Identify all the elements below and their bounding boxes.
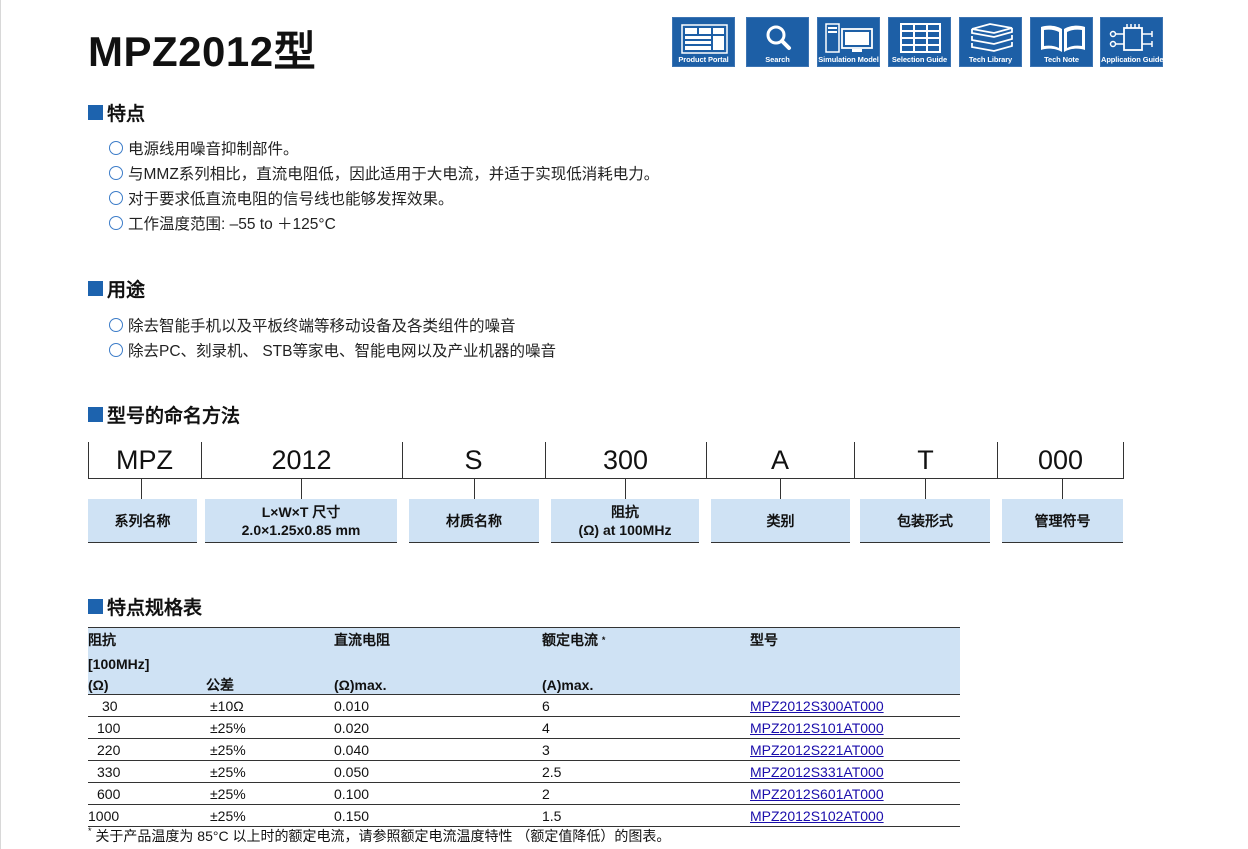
col-header-current: 额定电流 * (A)max. xyxy=(542,627,750,695)
name-box-size: L×W×T 尺寸 2.0×1.25x0.85 mm xyxy=(205,499,397,543)
connector-line xyxy=(925,478,926,499)
applications-list: 除去智能手机以及平板终端等移动设备及各类组件的噪音 除去PC、刻录机、 STB等… xyxy=(109,312,556,362)
circle-bullet-icon xyxy=(109,215,123,230)
code-segment-material: S xyxy=(464,444,483,475)
page-title: MPZ2012型 xyxy=(88,28,317,75)
name-box-material: 材质名称 xyxy=(409,499,539,543)
spec-table: 阻抗 [100MHz] (Ω) 公差 直流电阻 (Ω)max. 额定电流 * (… xyxy=(88,627,960,827)
code-segment-category: A xyxy=(770,444,789,475)
name-box-packaging: 包装形式 xyxy=(860,499,990,543)
code-segment-internal-code: 000 xyxy=(1037,444,1084,475)
application-guides-button[interactable]: Application Guides xyxy=(1100,17,1168,67)
features-list: 电源线用噪音抑制部件。 与MMZ系列相比，直流电阻低，因此适用于大电流，并适于实… xyxy=(109,135,659,235)
connector-line xyxy=(141,478,142,499)
search-icon xyxy=(766,25,791,50)
table-row: 220 ±25% 0.040 3 MPZ2012S221AT000 xyxy=(88,738,960,761)
table-header-row: 阻抗 [100MHz] (Ω) 公差 直流电阻 (Ω)max. 额定电流 * (… xyxy=(88,627,960,695)
tech-note-icon xyxy=(1041,25,1085,52)
circle-bullet-icon xyxy=(109,317,123,332)
name-box-category: 类别 xyxy=(711,499,850,543)
spec-heading: 特点规格表 xyxy=(88,595,202,619)
footnote-mark: * xyxy=(601,635,606,645)
connector-line xyxy=(625,478,626,499)
heading-square-icon xyxy=(88,406,103,422)
heading-square-icon xyxy=(88,598,103,614)
tech-library-label: Tech Library xyxy=(968,55,1013,64)
simulation-model-icon xyxy=(825,23,873,53)
circle-bullet-icon xyxy=(109,190,123,205)
selection-guide-label: Selection Guide xyxy=(891,55,948,64)
list-item: 电源线用噪音抑制部件。 xyxy=(109,135,659,160)
list-item: 除去智能手机以及平板终端等移动设备及各类组件的噪音 xyxy=(109,312,556,337)
page-edge xyxy=(0,0,1,849)
tech-note-label: Tech Note xyxy=(1044,55,1079,64)
table-row: 30 ±10Ω 0.010 6 MPZ2012S300AT000 xyxy=(88,694,960,717)
part-number-code-row: MPZ 2012 S 300 A T 000 xyxy=(88,442,1124,479)
table-row: 100 ±25% 0.020 4 MPZ2012S101AT000 xyxy=(88,716,960,739)
connector-line xyxy=(301,478,302,499)
col-header-part-number: 型号 xyxy=(750,627,960,695)
heading-square-icon xyxy=(88,104,103,120)
search-label: Search xyxy=(765,55,790,64)
features-heading: 特点 xyxy=(88,101,145,125)
table-row: 330 ±25% 0.050 2.5 MPZ2012S331AT000 xyxy=(88,760,960,783)
part-number-link[interactable]: MPZ2012S300AT000 xyxy=(750,698,884,714)
code-segment-impedance: 300 xyxy=(602,444,649,475)
list-item: 工作温度范围: –55 to ＋125°C xyxy=(109,210,659,235)
product-portal-button[interactable]: Product Portal xyxy=(672,17,735,67)
part-number-link[interactable]: MPZ2012S331AT000 xyxy=(750,764,884,780)
name-box-series: 系列名称 xyxy=(88,499,197,543)
application-guides-icon xyxy=(1109,24,1153,51)
col-header-dcr: 直流电阻 (Ω)max. xyxy=(334,627,542,695)
col-header-tolerance: 公差 xyxy=(206,627,334,695)
circle-bullet-icon xyxy=(109,342,123,357)
product-portal-icon xyxy=(681,24,728,54)
code-segment-series: MPZ xyxy=(116,444,173,475)
application-guides-label: Application Guides xyxy=(1101,55,1168,64)
code-segment-size: 2012 xyxy=(271,444,332,475)
footnote: * 关于产品温度为 85°C 以上时的额定电流，请参照额定电流温度特性 （额定值… xyxy=(88,826,671,844)
selection-guide-button[interactable]: Selection Guide xyxy=(888,17,951,67)
simulation-model-label: Simulation Model xyxy=(818,55,879,64)
col-header-impedance: 阻抗 [100MHz] (Ω) xyxy=(88,627,206,695)
simulation-model-button[interactable]: Simulation Model xyxy=(817,17,880,67)
connector-line xyxy=(780,478,781,499)
tech-library-icon xyxy=(971,23,1013,52)
tech-library-button[interactable]: Tech Library xyxy=(959,17,1022,67)
naming-heading: 型号的命名方法 xyxy=(88,403,240,427)
name-box-impedance: 阻抗 (Ω) at 100MHz xyxy=(551,499,699,543)
search-button[interactable]: Search xyxy=(746,17,809,67)
applications-heading: 用途 xyxy=(88,277,145,301)
part-number-link[interactable]: MPZ2012S221AT000 xyxy=(750,742,884,758)
circle-bullet-icon xyxy=(109,165,123,180)
selection-guide-icon xyxy=(900,23,941,53)
connector-line xyxy=(1062,478,1063,499)
part-number-link[interactable]: MPZ2012S102AT000 xyxy=(750,808,884,824)
code-segment-packaging: T xyxy=(917,444,934,475)
footnote-mark: * xyxy=(88,826,92,836)
heading-square-icon xyxy=(88,280,103,296)
list-item: 对于要求低直流电阻的信号线也能够发挥效果。 xyxy=(109,185,659,210)
code-divider xyxy=(1123,442,1124,478)
connector-line xyxy=(474,478,475,499)
table-row: 1000 ±25% 0.150 1.5 MPZ2012S102AT000 xyxy=(88,804,960,827)
tech-note-button[interactable]: Tech Note xyxy=(1030,17,1093,67)
part-number-link[interactable]: MPZ2012S101AT000 xyxy=(750,720,884,736)
table-row: 600 ±25% 0.100 2 MPZ2012S601AT000 xyxy=(88,782,960,805)
product-portal-label: Product Portal xyxy=(678,55,729,64)
list-item: 与MMZ系列相比，直流电阻低，因此适用于大电流，并适于实现低消耗电力。 xyxy=(109,160,659,185)
circle-bullet-icon xyxy=(109,140,123,155)
list-item: 除去PC、刻录机、 STB等家电、智能电网以及产业机器的噪音 xyxy=(109,337,556,362)
name-box-internal-code: 管理符号 xyxy=(1002,499,1123,543)
part-number-link[interactable]: MPZ2012S601AT000 xyxy=(750,786,884,802)
